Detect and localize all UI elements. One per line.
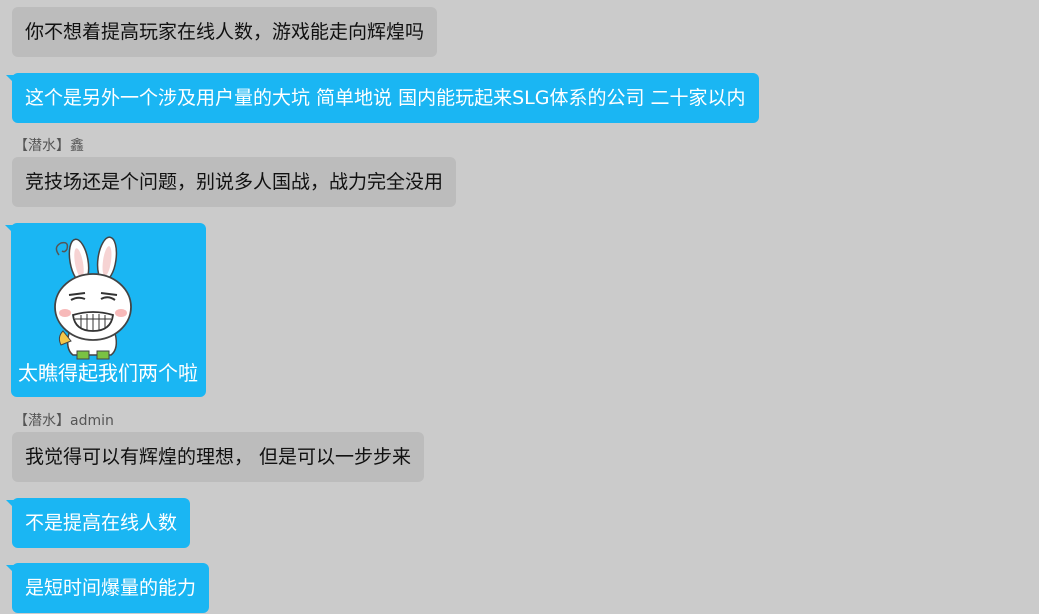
sender-name: 【潜水】鑫 [14, 138, 84, 154]
grinning-rabbit-sticker-icon [54, 236, 132, 360]
message-bubble-incoming[interactable]: 竞技场还是个问题，别说多人国战，战力完全没用 [12, 157, 457, 207]
sticker-message[interactable]: 太瞧得起我们两个啦 [5, 223, 206, 397]
message-text: 是短时间爆量的能力 [25, 577, 197, 599]
message-bubble-incoming[interactable]: 你不想着提高玩家在线人数，游戏能走向辉煌吗 [12, 7, 438, 57]
sticker-caption: 太瞧得起我们两个啦 [18, 361, 198, 385]
message-bubble-self[interactable]: 是短时间爆量的能力 [5, 563, 210, 613]
sender-name: 【潜水】admin [14, 413, 114, 429]
message-text: 竞技场还是个问题，别说多人国战，战力完全没用 [25, 171, 444, 193]
chat-message-list[interactable]: 你不想着提高玩家在线人数，游戏能走向辉煌吗 这个是另外一个涉及用户量的大坑 简单… [0, 0, 1039, 614]
message-text: 不是提高在线人数 [25, 512, 178, 534]
message-bubble-self[interactable]: 这个是另外一个涉及用户量的大坑 简单地说 国内能玩起来SLG体系的公司 二十家以… [6, 73, 759, 123]
message-bubble-self[interactable]: 不是提高在线人数 [5, 498, 191, 548]
message-text: 我觉得可以有辉煌的理想， 但是可以一步步来 [25, 446, 412, 468]
message-text: 这个是另外一个涉及用户量的大坑 简单地说 国内能玩起来SLG体系的公司 二十家以… [25, 87, 746, 109]
message-text: 你不想着提高玩家在线人数，游戏能走向辉煌吗 [25, 21, 425, 43]
message-bubble-incoming[interactable]: 我觉得可以有辉煌的理想， 但是可以一步步来 [12, 432, 425, 482]
